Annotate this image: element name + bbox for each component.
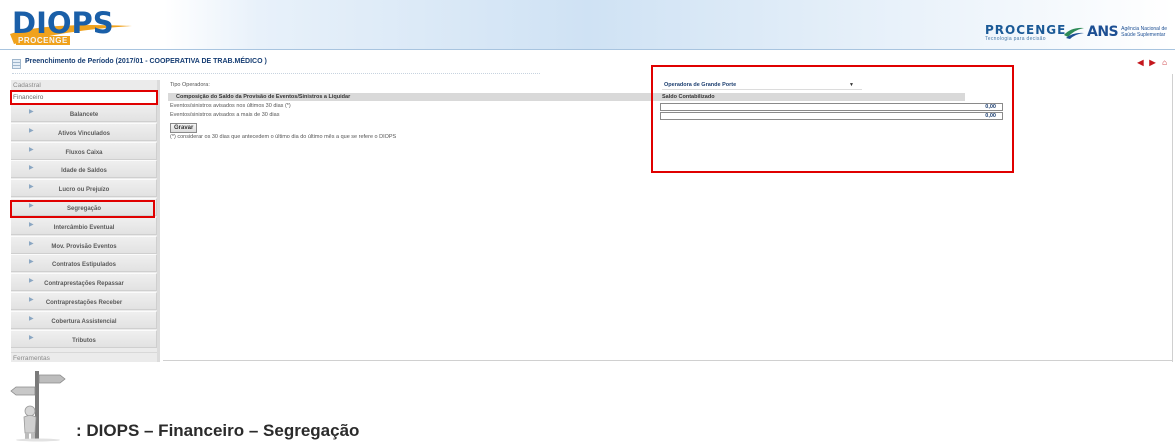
page-title: Preenchimento de Período (2017/01 - COOP… xyxy=(25,58,267,65)
title-underline xyxy=(12,73,540,74)
sidebar-item-lucro-ou-prejuizo[interactable]: ▶ Lucro ou Prejuízo xyxy=(11,179,157,198)
diops-logo: DIOPS PROCENGE xyxy=(4,4,134,45)
ans-logo: ANS Agência Nacional de Saúde Suplementa… xyxy=(1063,24,1173,40)
sidebar-item-mov-provisao-eventos[interactable]: ▶ Mov. Provisão Eventos xyxy=(11,235,157,254)
ans-mark-icon xyxy=(1064,27,1084,39)
sidebar-item-cobertura-assistencial[interactable]: ▶ Cobertura Assistencial xyxy=(11,310,157,329)
sidebar-item-label: Idade de Saldos xyxy=(61,168,107,175)
back-arrow-icon[interactable]: ◀ xyxy=(1136,58,1145,67)
section-ferramentas[interactable]: Ferramentas xyxy=(11,352,157,364)
sidebar-item-tributos[interactable]: ▶ Tributos xyxy=(11,329,157,348)
content-bottom-border xyxy=(163,360,1173,361)
sidebar-item-fluxos-caixa[interactable]: ▶ Fluxos Caixa xyxy=(11,141,157,160)
signpost-figure-icon xyxy=(10,371,66,442)
ans-description: Agência Nacional de Saúde Suplementar xyxy=(1121,26,1168,38)
sidebar-item-idade-de-saldos[interactable]: ▶ Idade de Saldos xyxy=(11,160,157,179)
forward-arrow-icon[interactable]: ▶ xyxy=(1148,58,1157,67)
sidebar-item-intercambio-eventual[interactable]: ▶ Intercâmbio Eventual xyxy=(11,216,157,235)
sidebar-item-contraprestacoes-repassar[interactable]: ▶ Contraprestações Repassar xyxy=(11,273,157,292)
sidebar-menu: Cadastral Financeiro ▶ Balancete ▶ Ativos V… xyxy=(11,80,157,362)
highlight-values-area xyxy=(651,65,1014,173)
footnote: (*) considerar os 30 dias que antecedem … xyxy=(170,134,397,140)
logo-text: DIOPS xyxy=(12,6,114,40)
table-header-composicao: Composição do Saldo da Provisão de Event… xyxy=(176,94,351,100)
sidebar-item-label: Lucro ou Prejuízo xyxy=(58,187,110,194)
procenge-name: PROCENGE xyxy=(985,23,1067,37)
grid-icon xyxy=(12,59,21,69)
highlight-segregacao xyxy=(10,200,155,218)
sidebar-item-label: Ativos Vinculados xyxy=(58,130,110,137)
sidebar-item-label: Contraprestações Receber xyxy=(45,300,123,306)
sidebar-item-label: Mov. Provisão Eventos xyxy=(51,243,117,250)
content-right-border xyxy=(1172,74,1173,362)
sidebar-item-label: Balancete xyxy=(69,112,99,118)
sidebar-scrollbar[interactable] xyxy=(157,80,160,362)
sidebar-item-label: Cobertura Assistencial xyxy=(51,318,117,325)
sidebar-item-contraprestacoes-receber[interactable]: ▶ Contraprestações Receber xyxy=(11,292,157,310)
procenge-logo: PROCENGE Tecnologia para decisão xyxy=(985,23,1066,42)
logo-subtext: PROCENGE xyxy=(16,36,70,45)
sidebar-item-ativos-vinculados[interactable]: ▶ Ativos Vinculados xyxy=(11,122,157,141)
sidebar-item-label: Contraprestações Repassar xyxy=(44,281,124,288)
sidebar-item-label: Intercâmbio Eventual xyxy=(53,224,115,231)
sidebar-item-balancete[interactable]: ▶ Balancete xyxy=(11,104,157,122)
sidebar-item-label: Contratos Estipulados xyxy=(51,262,116,269)
home-icon[interactable]: ⌂ xyxy=(1160,58,1169,67)
sidebar-item-label: Fluxos Caixa xyxy=(65,149,103,156)
app-header: DIOPS PROCENGE PROCENGE Tecnologia para … xyxy=(0,0,1175,50)
gravar-button[interactable]: Gravar xyxy=(170,123,198,133)
highlight-financeiro xyxy=(10,90,158,105)
sidebar-item-label: Tributos xyxy=(72,337,96,344)
figure-caption: : DIOPS – Financeiro – Segregação xyxy=(76,421,360,440)
nav-icons: ◀ ▶ ⌂ xyxy=(1136,58,1169,67)
sidebar-item-contratos-estipulados[interactable]: ▶ Contratos Estipulados xyxy=(11,254,157,273)
tipo-operadora-label: Tipo Operadora: xyxy=(170,82,210,88)
row-eventos-30-dias-label: Eventos/sinistros avisados nos últimos 3… xyxy=(170,103,291,109)
ans-name: ANS xyxy=(1087,24,1119,40)
row-eventos-mais-30-dias-label: Eventos/sinistros avisados a mais de 30 … xyxy=(170,112,280,118)
